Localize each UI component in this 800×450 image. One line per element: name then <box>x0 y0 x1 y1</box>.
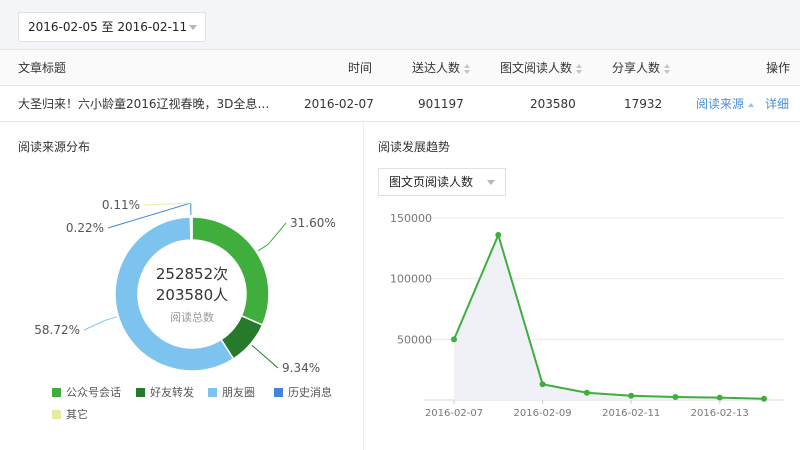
header-shares-label: 分享人数 <box>612 61 661 75</box>
trend-title: 阅读发展趋势 <box>378 140 451 154</box>
y-tick-label: 50000 <box>397 333 432 346</box>
metric-select[interactable]: 图文页阅读人数 <box>378 168 506 196</box>
donut-slice[interactable] <box>190 216 193 241</box>
donut-center-count: 252852次 <box>156 265 228 283</box>
sort-icon <box>576 63 583 74</box>
donut-center-people: 203580人 <box>156 286 228 304</box>
legend-swatch <box>52 410 61 419</box>
data-point[interactable] <box>583 389 590 396</box>
data-point[interactable] <box>672 393 679 400</box>
read-trend-panel: 阅读发展趋势 图文页阅读人数 50000 100000 150000 2016-02-… <box>363 122 800 450</box>
data-point[interactable] <box>451 336 457 343</box>
data-point[interactable] <box>761 395 767 402</box>
header-reads-label: 图文阅读人数 <box>500 61 573 75</box>
header-reads[interactable]: 图文阅读人数 <box>500 50 583 86</box>
legend-swatch <box>52 388 61 397</box>
legend-swatch <box>208 388 217 397</box>
legend-item[interactable]: 好友转发 <box>136 384 194 400</box>
y-tick-label: 150000 <box>390 212 432 225</box>
date-range-value: 2016-02-05 至 2016-02-11 <box>28 20 188 34</box>
sort-icon <box>664 63 671 74</box>
data-point[interactable] <box>495 231 502 238</box>
header-time: 时间 <box>348 61 373 75</box>
legend-item[interactable]: 历史消息 <box>274 384 332 400</box>
date-range-picker[interactable]: 2016-02-05 至 2016-02-11 <box>18 12 206 42</box>
donut-slice-label: 0.11% <box>102 198 140 212</box>
chevron-down-icon <box>189 25 197 30</box>
donut-slice-label: 58.72% <box>34 323 80 337</box>
article-title[interactable]: 大圣归来！六小龄童2016辽视春晚，3D全息… <box>18 86 288 122</box>
read-source-link[interactable]: 阅读来源 <box>696 86 760 122</box>
chevron-up-icon <box>748 102 755 107</box>
x-tick-label: 2016-02-09 <box>514 408 572 419</box>
legend-item[interactable]: 公众号会话 <box>52 384 121 400</box>
header-delivered[interactable]: 送达人数 <box>412 50 471 86</box>
donut-leader-line <box>251 345 279 369</box>
legend-label: 历史消息 <box>288 386 332 399</box>
header-actions: 操作 <box>766 61 791 75</box>
legend-swatch <box>136 388 145 397</box>
y-tick-label: 100000 <box>390 273 432 286</box>
data-point[interactable] <box>628 392 635 399</box>
x-tick-label: 2016-02-07 <box>425 408 483 419</box>
donut-center-caption: 阅读总数 <box>170 310 214 324</box>
legend-item[interactable]: 其它 <box>52 406 88 422</box>
legend-item[interactable]: 朋友圈 <box>208 384 255 400</box>
article-shares: 17932 <box>624 97 663 111</box>
series-area <box>454 234 764 400</box>
x-tick-label: 2016-02-13 <box>691 408 749 419</box>
article-delivered: 901197 <box>418 97 464 111</box>
legend-swatch <box>274 388 283 397</box>
donut-leader-line <box>257 222 287 252</box>
chevron-down-icon <box>487 180 495 185</box>
metric-select-value: 图文页阅读人数 <box>389 175 474 189</box>
header-title: 文章标题 <box>18 61 67 75</box>
read-source-label: 阅读来源 <box>696 97 745 111</box>
filter-bar: 2016-02-05 至 2016-02-11 <box>0 0 800 50</box>
detail-link[interactable]: 详细 <box>765 86 789 122</box>
legend-label: 其它 <box>66 408 88 421</box>
donut-leader-line <box>83 316 117 331</box>
header-shares[interactable]: 分享人数 <box>612 50 671 86</box>
sort-icon <box>464 63 471 74</box>
data-point[interactable] <box>716 394 723 401</box>
trend-chart: 50000 100000 150000 2016-02-07 2016-02-09 201… <box>390 212 784 419</box>
legend-label: 朋友圈 <box>222 386 255 399</box>
donut-slice-label: 0.22% <box>66 221 104 235</box>
article-reads: 203580 <box>530 97 576 111</box>
article-time: 2016-02-07 <box>304 97 374 111</box>
table-row: 大圣归来！六小龄童2016辽视春晚，3D全息… 2016-02-07 90119… <box>0 86 800 122</box>
donut-slice-label: 9.34% <box>282 361 320 375</box>
header-delivered-label: 送达人数 <box>412 61 461 75</box>
x-tick-label: 2016-02-11 <box>602 408 660 419</box>
legend-label: 公众号会话 <box>66 386 121 399</box>
read-source-panel: 阅读来源分布 31.60% 9.34% 58.72% 0.22% 0.11% 25285… <box>0 122 362 450</box>
donut-chart: 31.60% 9.34% 58.72% 0.22% 0.11% 252852次 2035… <box>34 198 336 375</box>
article-table-header: 文章标题 时间 送达人数 图文阅读人数 分享人数 操作 <box>0 50 800 86</box>
legend-label: 好友转发 <box>150 386 194 399</box>
data-point[interactable] <box>539 381 546 388</box>
donut-slice-label: 31.60% <box>290 216 336 230</box>
